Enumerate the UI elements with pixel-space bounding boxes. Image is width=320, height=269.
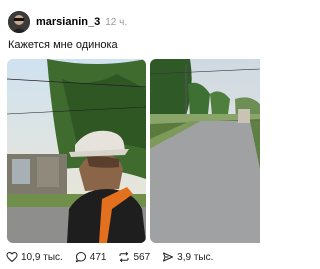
share-button[interactable]: 3,9 тыс.: [162, 251, 213, 263]
repost-count: 567: [133, 251, 151, 263]
heart-icon: [6, 251, 18, 263]
repost-icon: [119, 251, 129, 263]
comment-icon: [75, 251, 86, 263]
reply-count: 471: [89, 251, 107, 263]
thread-post: marsianin_3 12 ч. Кажется мне одинока 10…: [0, 0, 260, 269]
repost-button[interactable]: 567: [118, 251, 150, 263]
username[interactable]: marsianin_3: [36, 16, 100, 28]
post-caption: Кажется мне одинока: [8, 39, 118, 51]
avatar[interactable]: [8, 11, 30, 33]
like-button[interactable]: 10,9 тыс.: [6, 251, 63, 263]
post-photo-2[interactable]: [150, 59, 260, 243]
post-header: marsianin_3 12 ч.: [8, 9, 127, 35]
avatar-image: [8, 11, 30, 33]
post-actions: 10,9 тыс. 471 567 3,9 тыс.: [6, 249, 225, 265]
post-time: 12 ч.: [105, 16, 128, 28]
reply-button[interactable]: 471: [75, 251, 107, 263]
send-icon: [163, 252, 174, 262]
like-count: 10,9 тыс.: [21, 251, 63, 263]
post-photo-1[interactable]: [7, 59, 146, 243]
share-count: 3,9 тыс.: [177, 251, 214, 263]
